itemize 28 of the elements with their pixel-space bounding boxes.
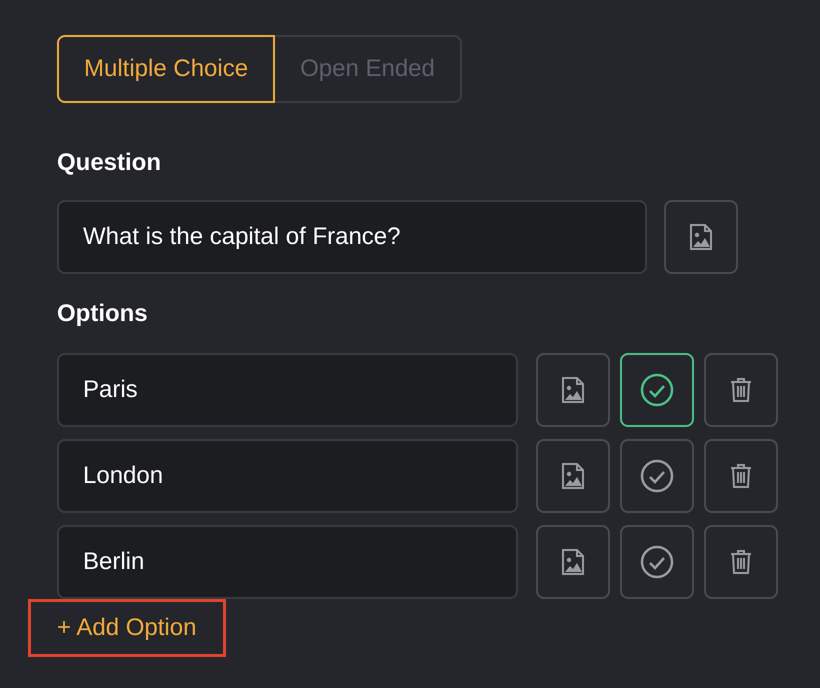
add-image-button[interactable] (536, 353, 610, 427)
image-file-icon (561, 548, 585, 576)
mark-correct-button[interactable] (620, 525, 694, 599)
mark-correct-button[interactable] (620, 439, 694, 513)
delete-button[interactable] (704, 439, 778, 513)
delete-button[interactable] (704, 353, 778, 427)
check-circle-icon (640, 373, 674, 407)
option-field[interactable]: Berlin (57, 525, 518, 599)
check-circle-icon (640, 545, 674, 579)
image-file-icon (689, 223, 713, 251)
image-file-icon (561, 462, 585, 490)
options-label: Options (57, 300, 148, 328)
trash-icon (730, 377, 752, 403)
question-type-tab[interactable]: Multiple Choice (57, 35, 276, 103)
mark-correct-button[interactable] (620, 353, 694, 427)
trash-icon (730, 549, 752, 575)
question-label: Question (57, 149, 162, 177)
option-field[interactable]: London (57, 439, 518, 513)
add-option-button[interactable]: + Add Option (57, 614, 196, 642)
question-field[interactable]: What is the capital of France? (57, 200, 647, 274)
option-field[interactable]: Paris (57, 353, 518, 427)
add-image-button[interactable] (536, 439, 610, 513)
delete-button[interactable] (704, 525, 778, 599)
image-file-icon (561, 376, 585, 404)
add-image-button[interactable] (536, 525, 610, 599)
add-image-button[interactable] (664, 200, 738, 274)
trash-icon (730, 463, 752, 489)
check-circle-icon (640, 459, 674, 493)
